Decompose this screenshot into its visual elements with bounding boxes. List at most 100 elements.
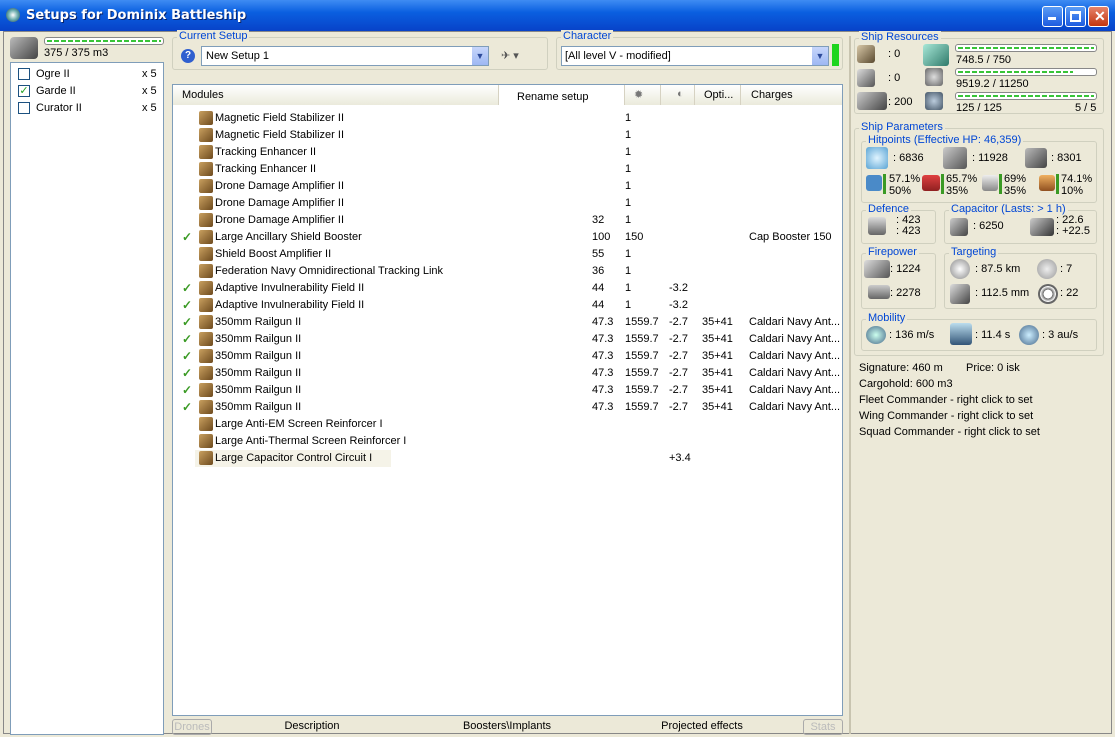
maximize-button[interactable]	[1065, 6, 1086, 27]
module-icon	[199, 349, 213, 363]
ship-menu-icon[interactable]: ✈ ▾	[501, 49, 529, 63]
module-row[interactable]: Large Capacitor Control Circuit I +3.4	[195, 450, 691, 467]
kinetic-resist-bar	[999, 174, 1002, 194]
tab-drones[interactable]: Drones	[172, 719, 212, 735]
align-time-icon	[950, 323, 972, 345]
module-charge: Caldari Navy Ant...	[749, 350, 841, 362]
wing-commander[interactable]: Wing Commander - right click to set	[859, 410, 1033, 422]
column-optimal[interactable]: Opti...	[695, 85, 741, 105]
drone-bay-capacity: 375 / 375 m3	[44, 47, 109, 59]
drone-checkbox[interactable]: ✓	[18, 85, 30, 97]
column-modules[interactable]: Modules	[173, 85, 499, 105]
drone-list-item[interactable]: ✓ Garde II x 5	[11, 82, 163, 99]
kinetic-resist-icon	[982, 175, 998, 191]
module-row[interactable]: Shield Boost Amplifier II 55 1	[173, 246, 842, 263]
thermal-resist-bar	[941, 174, 944, 194]
capacitor-label: Capacitor (Lasts: > 1 h)	[949, 203, 1068, 215]
module-row[interactable]: ✓ 350mm Railgun II 47.3 1559.7 -2.7 35+41 Cald…	[173, 331, 842, 348]
module-row[interactable]: Federation Navy Omnidirectional Tracking…	[173, 263, 842, 280]
kinetic-resist: 69% 35%	[1004, 173, 1027, 197]
module-row[interactable]: Drone Damage Amplifier II 1	[173, 178, 842, 195]
minimize-button[interactable]	[1042, 6, 1063, 27]
module-row[interactable]: ✓ 350mm Railgun II 47.3 1559.7 -2.7 35+41 Cald…	[173, 348, 842, 365]
module-row[interactable]: Drone Damage Amplifier II 1	[173, 195, 842, 212]
velocity-icon	[866, 326, 886, 344]
warp-speed: : 3 au/s	[1042, 329, 1079, 341]
drone-checkbox[interactable]	[18, 102, 30, 114]
module-icon	[199, 451, 213, 465]
dps-icon	[864, 260, 890, 278]
defence-icon	[868, 217, 886, 235]
module-row[interactable]: Tracking Enhancer II 1	[173, 161, 842, 178]
module-pg: 1	[625, 282, 632, 294]
armor-icon	[943, 147, 967, 169]
close-icon: ✕	[1094, 8, 1106, 24]
max-targets: : 7	[1060, 263, 1073, 275]
module-pg: 1	[625, 248, 632, 260]
title-bar: Setups for Dominix Battleship ✕	[0, 0, 1115, 31]
drone-list-item[interactable]: Ogre II x 5	[11, 65, 163, 82]
tab-boosters-implants[interactable]: Boosters\Implants	[452, 719, 562, 735]
module-name: 350mm Railgun II	[215, 367, 302, 379]
squad-commander[interactable]: Squad Commander - right click to set	[859, 426, 1040, 438]
chevron-down-icon[interactable]: ▼	[812, 47, 828, 65]
chevron-down-icon[interactable]: ▼	[472, 47, 488, 65]
module-icon	[199, 196, 213, 210]
module-row[interactable]: Tracking Enhancer II 1	[173, 144, 842, 161]
calibration-bar	[955, 92, 1097, 100]
module-cpu: 44	[592, 282, 605, 294]
fleet-commander[interactable]: Fleet Commander - right click to set	[859, 394, 1033, 406]
module-dmg: -3.2	[669, 299, 688, 311]
module-row[interactable]: ✓ 350mm Railgun II 47.3 1559.7 -2.7 35+41 Cald…	[173, 399, 842, 416]
help-icon[interactable]: ?	[181, 49, 195, 63]
module-row[interactable]: Large Anti-Thermal Screen Reinforcer I	[173, 433, 842, 450]
module-row[interactable]: ✓ Adaptive Invulnerability Field II 44 1 -3.…	[173, 297, 842, 314]
module-icon	[199, 128, 213, 142]
module-row[interactable]: ✓ Large Ancillary Shield Booster 100 150 Cap…	[173, 229, 842, 246]
module-name: Large Ancillary Shield Booster	[215, 231, 362, 243]
character-select[interactable]: [All level V - modified] ▼	[561, 46, 829, 66]
module-row[interactable]: Drone Damage Amplifier II 32 1	[173, 212, 842, 229]
column-charges[interactable]: Charges	[741, 85, 842, 105]
module-row[interactable]: ✓ 350mm Railgun II 47.3 1559.7 -2.7 35+41 Cald…	[173, 365, 842, 382]
column-dmg[interactable]: ✹	[625, 85, 661, 105]
app-icon	[6, 8, 20, 22]
tab-description[interactable]: Description	[262, 719, 362, 735]
module-icon	[199, 111, 213, 125]
module-cpu: 55	[592, 248, 605, 260]
powergrid-icon	[925, 68, 943, 86]
module-icon	[199, 434, 213, 448]
setup-select[interactable]: New Setup 1 ▼	[201, 46, 489, 66]
module-optimal: 35+41	[702, 350, 733, 362]
capacitor-icon	[950, 218, 968, 236]
module-cpu: 44	[592, 299, 605, 311]
module-row[interactable]: Magnetic Field Stabilizer II 1	[173, 127, 842, 144]
module-row[interactable]: ✓ 350mm Railgun II 47.3 1559.7 -2.7 35+41 Cald…	[173, 314, 842, 331]
module-row[interactable]: ✓ 350mm Railgun II 47.3 1559.7 -2.7 35+41 Cald…	[173, 382, 842, 399]
module-cpu: 47.3	[592, 384, 614, 396]
module-name: Drone Damage Amplifier II	[215, 197, 344, 209]
close-button[interactable]: ✕	[1088, 6, 1109, 27]
ship-parameters-label: Ship Parameters	[859, 121, 945, 133]
ship-price: Price: 0 isk	[966, 362, 1020, 374]
tab-projected-effects[interactable]: Projected effects	[652, 719, 752, 735]
panel-splitter[interactable]	[849, 36, 851, 734]
module-row[interactable]: Large Anti-EM Screen Reinforcer I	[173, 416, 842, 433]
module-name: Adaptive Invulnerability Field II	[215, 299, 365, 311]
module-row[interactable]: Magnetic Field Stabilizer II 1	[173, 110, 842, 127]
module-pg: 1	[625, 299, 632, 311]
column-rof[interactable]: ◐	[661, 85, 695, 105]
rename-setup-button[interactable]: Rename setup	[499, 85, 625, 105]
tab-stats[interactable]: Stats	[803, 719, 843, 735]
module-pg: 1	[625, 180, 632, 192]
em-resist: 57.1% 50%	[889, 173, 921, 197]
module-icon	[199, 179, 213, 193]
turret-icon	[857, 45, 875, 63]
active-check-icon: ✓	[182, 383, 193, 397]
module-cpu: 47.3	[592, 350, 614, 362]
drone-list-item[interactable]: Curator II x 5	[11, 99, 163, 116]
module-row[interactable]: ✓ Adaptive Invulnerability Field II 44 1 -3.…	[173, 280, 842, 297]
drone-checkbox[interactable]	[18, 68, 30, 80]
module-charge: Caldari Navy Ant...	[749, 401, 841, 413]
scan-resolution: : 112.5 mm	[975, 287, 1030, 299]
